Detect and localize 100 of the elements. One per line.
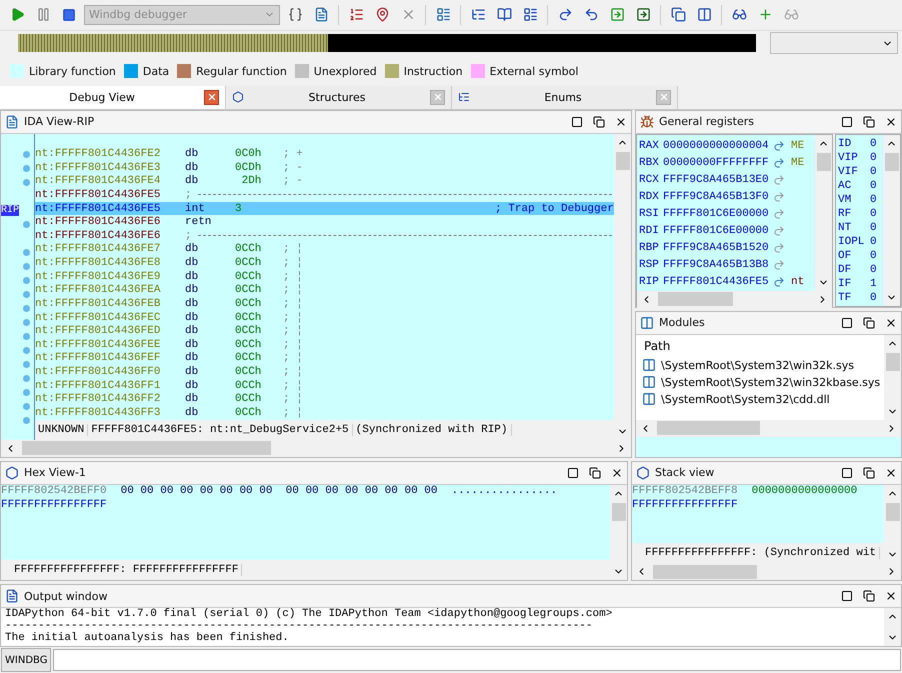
jump-arrow-icon[interactable] [773, 191, 785, 204]
close-icon[interactable] [204, 90, 219, 105]
jump-arrow-icon[interactable] [773, 225, 785, 238]
restore-icon[interactable] [589, 466, 601, 479]
scroll-thumb[interactable] [612, 502, 626, 521]
disassembly-line[interactable]: nt:FFFFF801C4436FEB db 0CCh ; ¦ [35, 297, 614, 311]
breakpoint-dot[interactable] [23, 291, 30, 298]
breakpoint-dot[interactable] [23, 221, 30, 228]
breakpoint-dot[interactable] [23, 375, 30, 382]
breakpoint-dot[interactable] [23, 403, 30, 410]
flag-value[interactable]: 0 [870, 180, 877, 194]
scroll-thumb[interactable] [22, 441, 271, 456]
disassembly-line[interactable]: nt:FFFFF801C4436FE8 db 0CCh ; ¦ [35, 256, 614, 270]
maximize-icon[interactable] [571, 116, 583, 128]
jump-arrow-icon[interactable] [773, 242, 785, 254]
disassembly-line[interactable]: nt:FFFFF801C4436FEF db 0CCh ; ¦ [35, 352, 614, 366]
breakpoint-dot[interactable] [23, 249, 30, 256]
breakpoint-dot[interactable] [23, 417, 30, 424]
tab[interactable]: Structures [226, 86, 452, 109]
tab[interactable]: Debug View [0, 86, 226, 109]
close-icon[interactable] [885, 590, 897, 602]
jump-arrow-icon[interactable] [773, 208, 785, 220]
jump-arrow-icon[interactable] [773, 276, 785, 288]
restore-icon[interactable] [863, 116, 875, 128]
register-value[interactable]: FFFF9C8A465B13F0 [663, 191, 771, 204]
curved-arrow-icon[interactable] [584, 7, 598, 22]
close-icon[interactable] [885, 116, 897, 128]
list-icon[interactable] [522, 7, 538, 22]
register-value[interactable]: 00000000FFFFFFFF [663, 157, 771, 170]
vertical-scrollbar[interactable] [884, 484, 901, 564]
disassembly-line[interactable]: nt:FFFFF801C4436FE6 ; [35, 229, 614, 243]
glasses-icon[interactable] [732, 7, 746, 22]
disassembly-line[interactable]: nt:FFFFF801C4436FE7 db 0CCh ; ¦ [35, 242, 614, 256]
pause-icon[interactable] [36, 7, 50, 22]
vertical-scrollbar[interactable] [884, 334, 901, 420]
breakpoint-dot[interactable] [23, 179, 30, 186]
arrow-box-icon[interactable] [636, 7, 650, 22]
restore-icon[interactable] [863, 316, 875, 329]
breakpoint-dot[interactable] [23, 319, 30, 326]
flag-value[interactable]: 0 [870, 194, 877, 208]
register-value[interactable]: 0000000000000004 [663, 140, 771, 152]
stop-icon[interactable] [62, 8, 76, 22]
maximize-icon[interactable] [841, 316, 853, 329]
maximize-icon[interactable] [567, 466, 579, 479]
scroll-thumb[interactable] [886, 352, 900, 371]
breakpoint-dot[interactable] [23, 277, 30, 284]
braces-icon[interactable] [288, 7, 302, 22]
module-path[interactable]: \SystemRoot\System32\win32kbase.sys [661, 376, 880, 389]
flag-value[interactable]: 0 [870, 138, 877, 152]
breakpoint-dot[interactable] [23, 361, 30, 368]
tree-list-icon[interactable] [470, 7, 486, 22]
hex-bytes[interactable]: 00 00 00 00 00 00 00 00 00 00 00 00 00 00 00 00 [120, 484, 438, 499]
disassembly-line[interactable]: nt:FFFFF801C4436FF3 db 0CCh ; ¦ [35, 406, 614, 420]
windows-icon[interactable] [670, 7, 686, 22]
close-icon[interactable] [615, 116, 627, 128]
command-input[interactable] [53, 649, 901, 672]
plus-icon[interactable] [758, 7, 772, 22]
restore-icon[interactable] [863, 590, 875, 602]
breakpoint-dot[interactable] [23, 305, 30, 312]
flag-value[interactable]: 0 [870, 264, 877, 278]
flag-value[interactable]: 0 [870, 236, 877, 250]
play-icon[interactable] [10, 7, 24, 22]
maximize-icon[interactable] [841, 590, 853, 602]
register-value[interactable]: FFFF9C8A465B13B8 [663, 259, 771, 272]
flag-value[interactable]: 0 [870, 152, 877, 166]
restore-icon[interactable] [863, 466, 875, 479]
disassembly-line[interactable]: nt:FFFFF801C4436FEE db 0CCh ; ¦ [35, 338, 614, 352]
flag-value[interactable]: 0 [870, 166, 877, 180]
columns-icon[interactable] [696, 7, 712, 22]
navigation-band[interactable] [18, 34, 756, 52]
vertical-scrollbar[interactable] [884, 608, 901, 646]
flag-value[interactable]: 0 [870, 250, 877, 264]
list-icon[interactable] [436, 7, 450, 22]
register-value[interactable]: FFFFF801C6E00000 [663, 225, 771, 238]
horizontal-scrollbar[interactable] [636, 420, 901, 437]
disassembly-line[interactable]: nt:FFFFF801C4436FE3 db 0CDh ; - [35, 160, 614, 175]
horizontal-scrollbar[interactable] [637, 290, 832, 308]
disassembly-line[interactable]: nt:FFFFF801C4436FE2 db 0C0h ; + [35, 147, 614, 161]
flag-value[interactable]: 0 [870, 208, 877, 222]
module-path[interactable]: \SystemRoot\System32\cdd.dll [661, 392, 830, 406]
jump-arrow-icon[interactable] [773, 140, 785, 152]
register-value[interactable]: FFFFF801C4436FE5 [663, 276, 771, 288]
arrow-box-icon[interactable] [610, 7, 624, 22]
numbered-list-icon[interactable] [348, 7, 364, 22]
scroll-thumb[interactable] [886, 502, 900, 521]
disassembly-line[interactable]: nt:FFFFF801C4436FF2 db 0CCh ; ¦ [35, 392, 614, 406]
command-language-button[interactable]: WINDBG [1, 648, 52, 672]
breakpoint-dot[interactable] [23, 389, 30, 396]
register-value[interactable]: FFFF9C8A465B1520 [663, 242, 771, 254]
jump-arrow-icon[interactable] [773, 157, 785, 170]
disassembly-line[interactable]: nt:FFFFF801C4436FF0 db 0CCh ; ¦ [35, 365, 614, 379]
scroll-thumb[interactable] [657, 421, 760, 436]
document-icon[interactable] [314, 7, 328, 22]
stack-value[interactable]: 0000000000000000 [752, 484, 858, 499]
pin-icon[interactable] [374, 7, 390, 22]
scroll-thumb[interactable] [658, 292, 733, 306]
vertical-scrollbar[interactable] [614, 134, 631, 440]
breakpoint-dot[interactable] [23, 263, 30, 270]
breakpoint-dot[interactable] [23, 333, 30, 340]
maximize-icon[interactable] [841, 116, 853, 128]
